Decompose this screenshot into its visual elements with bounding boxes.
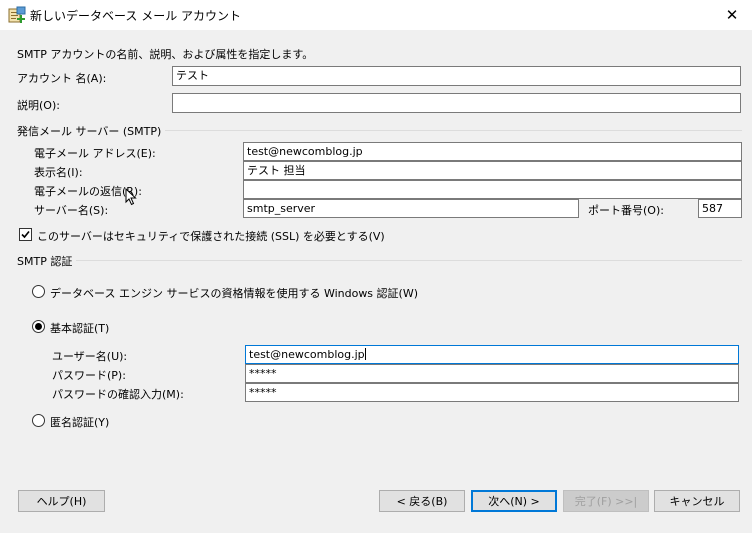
close-icon: ✕ (725, 6, 739, 24)
window-title: 新しいデータベース メール アカウント (30, 9, 242, 23)
ssl-label[interactable]: このサーバーはセキュリティで保護された接続 (SSL) を必要とする(V) (37, 228, 385, 244)
cancel-button[interactable]: キャンセル (654, 490, 740, 512)
ssl-checkbox[interactable] (19, 228, 32, 241)
text-caret (364, 348, 366, 360)
reply-email-input[interactable] (243, 180, 742, 199)
server-name-label: サーバー名(S): (34, 204, 109, 217)
display-name-label: 表示名(I): (34, 166, 83, 179)
finish-button[interactable]: 完了(F) >>| (563, 490, 649, 512)
intro-text: SMTP アカウントの名前、説明、および属性を指定します。 (17, 48, 314, 61)
database-mail-icon (8, 6, 26, 24)
password-input[interactable]: ***** (245, 364, 739, 383)
anonymous-auth-radio[interactable] (32, 414, 45, 427)
description-label: 説明(O): (17, 99, 60, 112)
basic-auth-radio[interactable] (32, 320, 45, 333)
server-name-input[interactable]: smtp_server (243, 199, 579, 218)
username-input[interactable]: test@newcomblog.jp (245, 345, 739, 364)
smtp-auth-group-line (20, 260, 742, 261)
help-button[interactable]: ヘルプ(H) (18, 490, 105, 512)
dialog-content: SMTP アカウントの名前、説明、および属性を指定します。 アカウント 名(A)… (0, 30, 752, 533)
next-button[interactable]: 次へ(N) > (471, 490, 557, 512)
account-name-input[interactable]: テスト (172, 66, 741, 86)
port-input[interactable]: 587 (698, 199, 742, 218)
checkmark-icon (21, 230, 30, 239)
title-bar: 新しいデータベース メール アカウント ✕ (0, 0, 752, 30)
smtp-auth-group-title: SMTP 認証 (17, 253, 77, 269)
display-name-input[interactable]: テスト 担当 (243, 161, 742, 180)
confirm-password-input[interactable]: ***** (245, 383, 739, 402)
email-label: 電子メール アドレス(E): (34, 147, 156, 160)
windows-auth-radio[interactable] (32, 285, 45, 298)
password-label: パスワード(P): (52, 369, 126, 382)
mouse-cursor-icon (125, 187, 137, 209)
close-button[interactable]: ✕ (712, 0, 752, 30)
account-name-label: アカウント 名(A): (17, 72, 107, 85)
confirm-password-label: パスワードの確認入力(M): (52, 388, 184, 401)
back-button[interactable]: < 戻る(B) (379, 490, 465, 512)
description-input[interactable] (172, 93, 741, 113)
port-label: ポート番号(O): (588, 204, 664, 217)
windows-auth-label[interactable]: データベース エンジン サービスの資格情報を使用する Windows 認証(W) (50, 285, 418, 301)
username-label: ユーザー名(U): (52, 350, 128, 363)
basic-auth-label[interactable]: 基本認証(T) (50, 320, 109, 336)
smtp-server-group-title: 発信メール サーバー (SMTP) (17, 123, 166, 139)
dialog-window: 新しいデータベース メール アカウント ✕ SMTP アカウントの名前、説明、お… (0, 0, 752, 533)
email-input[interactable]: test@newcomblog.jp (243, 142, 742, 161)
anonymous-auth-label[interactable]: 匿名認証(Y) (50, 414, 109, 430)
